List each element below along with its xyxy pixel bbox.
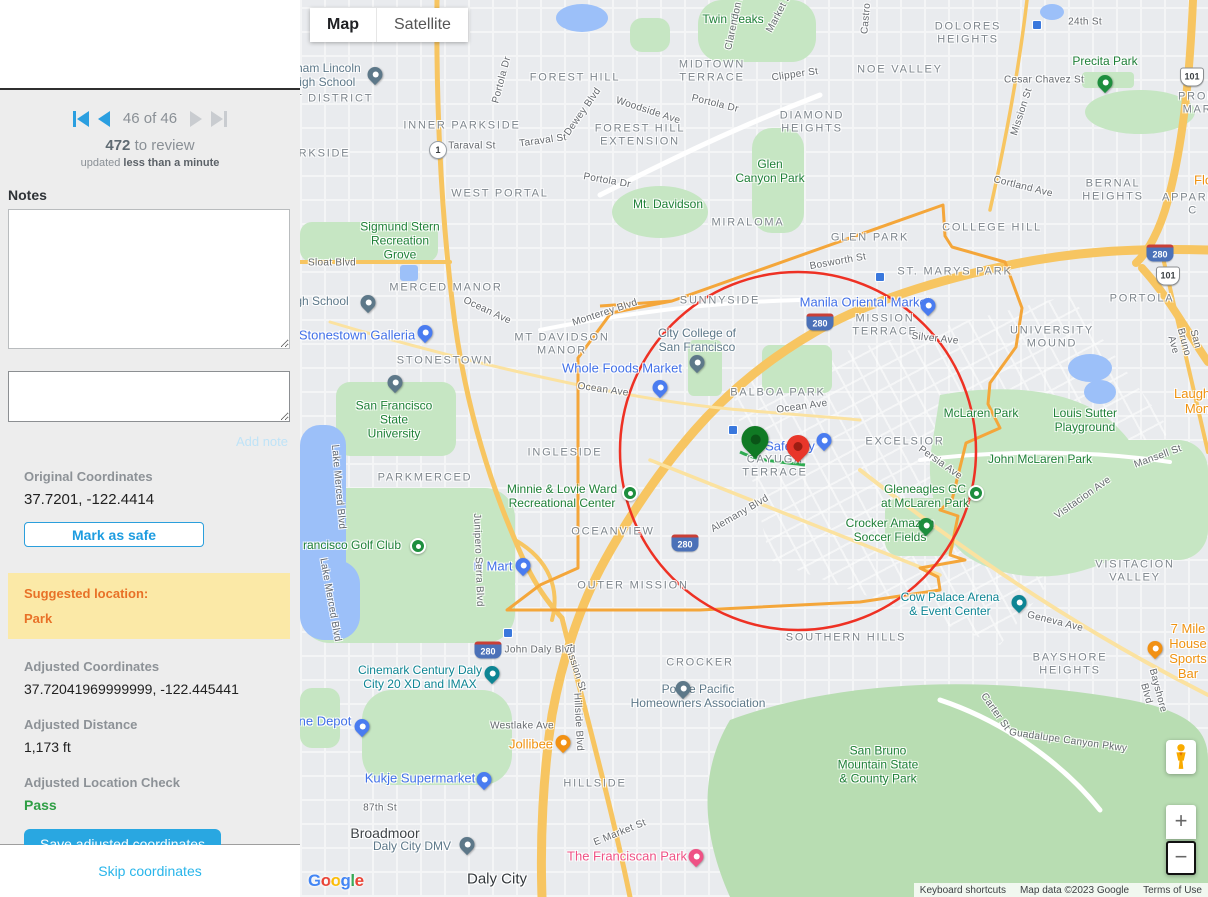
poi-shopping-shape (512, 555, 533, 576)
suggested-location-pin[interactable] (742, 426, 769, 453)
suggested-location-value: Park (24, 611, 290, 626)
poi-shopping-shape (649, 377, 670, 398)
poi-park-shape (915, 515, 936, 536)
poi-golf-dot[interactable] (410, 538, 426, 554)
original-coordinates-label: Original Coordinates (24, 469, 300, 484)
adjusted-coordinates-value: 37.72041969999999, -122.445441 (24, 681, 300, 697)
poi-park-dot[interactable] (622, 485, 638, 501)
pagination: 46 of 46 (0, 110, 300, 127)
poi-school-shape (364, 64, 385, 85)
poi-restaurant-shape (552, 732, 573, 753)
poi-shopping-shape (414, 322, 435, 343)
pegman-icon (1170, 743, 1192, 769)
map-attribution: Keyboard shortcuts Map data ©2023 Google… (914, 883, 1208, 897)
poi-association-shape (672, 678, 693, 699)
poi-shopping[interactable] (477, 772, 492, 787)
note-secondary-textarea[interactable] (8, 371, 290, 422)
zoom-in-button[interactable]: + (1166, 805, 1196, 839)
poi-shopping[interactable] (817, 433, 832, 448)
review-count-line: 472 to review (0, 137, 300, 154)
poi-school[interactable] (368, 67, 383, 82)
pagination-label: 46 of 46 (123, 110, 177, 127)
poi-lodging[interactable] (689, 849, 704, 864)
add-note-button[interactable]: Add note (0, 434, 288, 449)
terms-of-use-link[interactable]: Terms of Use (1143, 885, 1202, 896)
google-map[interactable]: FOREST HILLMIDTOWN TERRACEDOLORES HEIGHT… (300, 0, 1208, 897)
poi-association[interactable] (676, 681, 691, 696)
poi-school-shape (686, 352, 707, 373)
google-logo-letter: G (308, 871, 321, 890)
suggested-location-title: Suggested location: (24, 586, 290, 601)
adjusted-check-label: Adjusted Location Check (24, 775, 300, 790)
updated-line: updated less than a minute (0, 157, 300, 169)
poi-government-shape (456, 834, 477, 855)
poi-school-shape (357, 292, 378, 313)
poi-shopping[interactable] (653, 380, 668, 395)
poi-venue-shape (1008, 592, 1029, 613)
review-sidebar: 46 of 46 472 to review updated less than… (0, 0, 300, 897)
transit-station[interactable] (503, 628, 513, 638)
coordinate-review-panel: 46 of 46 472 to review updated less than… (0, 88, 300, 845)
poi-shopping-shape (813, 430, 834, 451)
transit-station[interactable] (728, 425, 738, 435)
review-count: 472 (105, 137, 130, 154)
poi-shopping-shape (917, 295, 938, 316)
notes-label: Notes (8, 187, 300, 203)
poi-golf-dot[interactable] (968, 485, 984, 501)
mark-as-safe-button[interactable]: Mark as safe (24, 522, 204, 547)
adjusted-check-status: Pass (24, 797, 300, 813)
poi-cinema-shape (481, 663, 502, 684)
poi-lodging-shape (685, 846, 706, 867)
poi-park[interactable] (1098, 75, 1113, 90)
poi-school[interactable] (388, 375, 403, 390)
google-logo-letter: g (341, 871, 351, 890)
previous-page-icon[interactable] (98, 111, 110, 127)
poi-restaurant[interactable] (1148, 641, 1163, 656)
adjusted-distance-value: 1,173 ft (24, 739, 300, 755)
transit-station[interactable] (1032, 20, 1042, 30)
note-textarea[interactable] (8, 209, 290, 349)
suggested-location-box: Suggested location: Park (8, 573, 290, 639)
original-location-pin-shape (782, 430, 815, 463)
adjusted-coordinates-label: Adjusted Coordinates (24, 659, 300, 674)
poi-cinema[interactable] (485, 666, 500, 681)
transit-station[interactable] (875, 272, 885, 282)
google-logo-letter: o (331, 871, 341, 890)
zoom-out-button[interactable]: − (1166, 841, 1196, 875)
last-page-icon[interactable] (211, 111, 227, 127)
poi-restaurant-shape (1144, 638, 1165, 659)
poi-shopping[interactable] (921, 298, 936, 313)
poi-shopping[interactable] (516, 558, 531, 573)
poi-restaurant[interactable] (556, 735, 571, 750)
map-type-map-button[interactable]: Map (310, 8, 376, 42)
google-logo-letter: o (321, 871, 331, 890)
poi-government[interactable] (460, 837, 475, 852)
pegman-control[interactable] (1166, 740, 1196, 774)
original-location-pin[interactable] (787, 435, 810, 458)
original-coordinates-value: 37.7201, -122.4414 (24, 491, 300, 508)
google-logo-letter: e (355, 871, 364, 890)
adjusted-distance-label: Adjusted Distance (24, 717, 300, 732)
poi-shopping-shape (351, 716, 372, 737)
review-suffix: to review (135, 137, 195, 154)
map-type-satellite-button[interactable]: Satellite (377, 8, 468, 42)
skip-row: Skip coordinates (0, 845, 300, 897)
poi-shopping[interactable] (418, 325, 433, 340)
suggested-location-pin-shape (736, 420, 774, 458)
poi-school[interactable] (690, 355, 705, 370)
keyboard-shortcuts-link[interactable]: Keyboard shortcuts (920, 885, 1006, 896)
poi-shopping[interactable] (355, 719, 370, 734)
next-page-icon[interactable] (190, 111, 202, 127)
poi-shopping-shape (473, 769, 494, 790)
poi-school[interactable] (361, 295, 376, 310)
poi-park-shape (1094, 72, 1115, 93)
map-type-control: Map Satellite (310, 8, 468, 42)
poi-school-shape (384, 372, 405, 393)
map-data-text: Map data ©2023 Google (1020, 885, 1129, 896)
skip-coordinates-link[interactable]: Skip coordinates (98, 863, 202, 879)
poi-park[interactable] (919, 518, 934, 533)
poi-venue[interactable] (1012, 595, 1027, 610)
google-logo[interactable]: Google (308, 871, 364, 891)
first-page-icon[interactable] (73, 111, 89, 127)
